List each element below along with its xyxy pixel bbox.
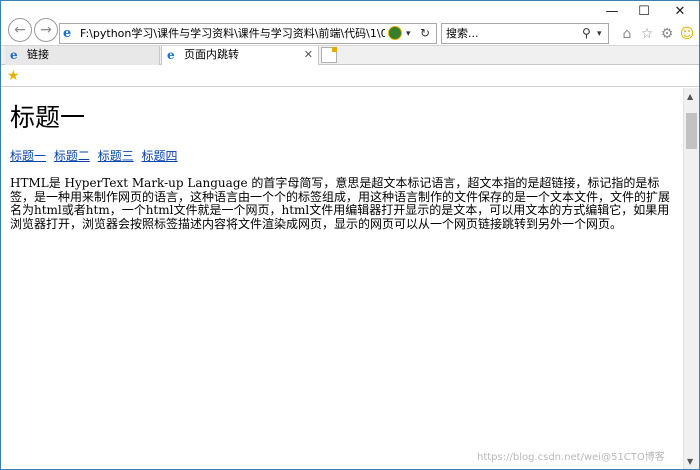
tab-page-jump[interactable]: e 页面内跳转 ✕ bbox=[161, 46, 319, 65]
gear-icon[interactable]: ⚙ bbox=[658, 25, 676, 43]
back-arrow-icon: ← bbox=[14, 22, 26, 38]
maximize-button[interactable]: ☐ bbox=[629, 3, 659, 21]
tab-bar: e 链接 e 页面内跳转 ✕ bbox=[1, 45, 699, 65]
scroll-down-icon[interactable]: ▼ bbox=[687, 457, 693, 466]
forward-arrow-icon: → bbox=[40, 22, 52, 38]
minimize-button[interactable]: — bbox=[597, 3, 627, 21]
browser-window: ← → e F:\python学习\课件与学习资料\课件与学习资料\前端\代码\… bbox=[0, 0, 700, 470]
page-heading: 标题一 bbox=[10, 103, 86, 132]
compatibility-icon[interactable] bbox=[388, 26, 402, 40]
link-heading-1[interactable]: 标题一 bbox=[10, 149, 46, 163]
watermark: https://blog.csdn.net/wei@51CTO博客 bbox=[477, 452, 665, 463]
star-icon[interactable]: ☆ bbox=[638, 25, 656, 43]
tab-close-icon[interactable]: ✕ bbox=[304, 46, 313, 64]
link-heading-3[interactable]: 标题三 bbox=[98, 149, 134, 163]
forward-button[interactable]: → bbox=[34, 18, 58, 42]
home-icon[interactable]: ⌂ bbox=[618, 25, 636, 43]
add-favorites-icon[interactable]: ★ bbox=[7, 67, 20, 85]
page-content: 标题一 标题一 标题二 标题三 标题四 HTML是 HyperText Mark… bbox=[1, 88, 683, 469]
link-heading-4[interactable]: 标题四 bbox=[142, 149, 178, 163]
address-dropdown-icon[interactable]: ▾ bbox=[406, 25, 411, 43]
scroll-up-icon[interactable]: ▲ bbox=[687, 92, 693, 101]
link-heading-2[interactable]: 标题二 bbox=[54, 149, 90, 163]
scroll-thumb[interactable] bbox=[686, 113, 697, 149]
favorites-bar: ★ bbox=[1, 65, 699, 87]
refresh-icon[interactable]: ↻ bbox=[420, 24, 430, 43]
tab-label: 链接 bbox=[27, 48, 49, 61]
title-bar: ← → e F:\python学习\课件与学习资料\课件与学习资料\前端\代码\… bbox=[1, 1, 699, 45]
tab-label: 页面内跳转 bbox=[184, 48, 239, 61]
ie-tab-icon: e bbox=[10, 48, 18, 62]
close-button[interactable]: ✕ bbox=[665, 3, 695, 21]
ie-page-icon: e bbox=[63, 26, 72, 41]
anchor-links: 标题一 标题二 标题三 标题四 bbox=[10, 148, 182, 164]
back-button[interactable]: ← bbox=[8, 18, 32, 42]
search-icon[interactable]: ⚲ bbox=[582, 24, 591, 43]
address-bar[interactable]: e F:\python学习\课件与学习资料\课件与学习资料\前端\代码\1\00… bbox=[59, 23, 437, 44]
ie-tab-icon: e bbox=[167, 48, 175, 62]
search-input[interactable]: 搜索... bbox=[446, 26, 479, 42]
search-dropdown-icon[interactable]: ▾ bbox=[597, 25, 602, 43]
smile-icon[interactable]: ☺ bbox=[678, 25, 696, 43]
vertical-scrollbar[interactable]: ▲ ▼ bbox=[683, 88, 699, 469]
html-description-paragraph: HTML是 HyperText Mark-up Language 的首字母简写，… bbox=[10, 176, 671, 231]
address-text[interactable]: F:\python学习\课件与学习资料\课件与学习资料\前端\代码\1\007页… bbox=[80, 26, 385, 42]
search-box[interactable]: 搜索... ⚲ ▾ bbox=[441, 23, 609, 44]
new-tab-button[interactable] bbox=[321, 47, 337, 63]
tab-links[interactable]: e 链接 bbox=[5, 46, 160, 65]
